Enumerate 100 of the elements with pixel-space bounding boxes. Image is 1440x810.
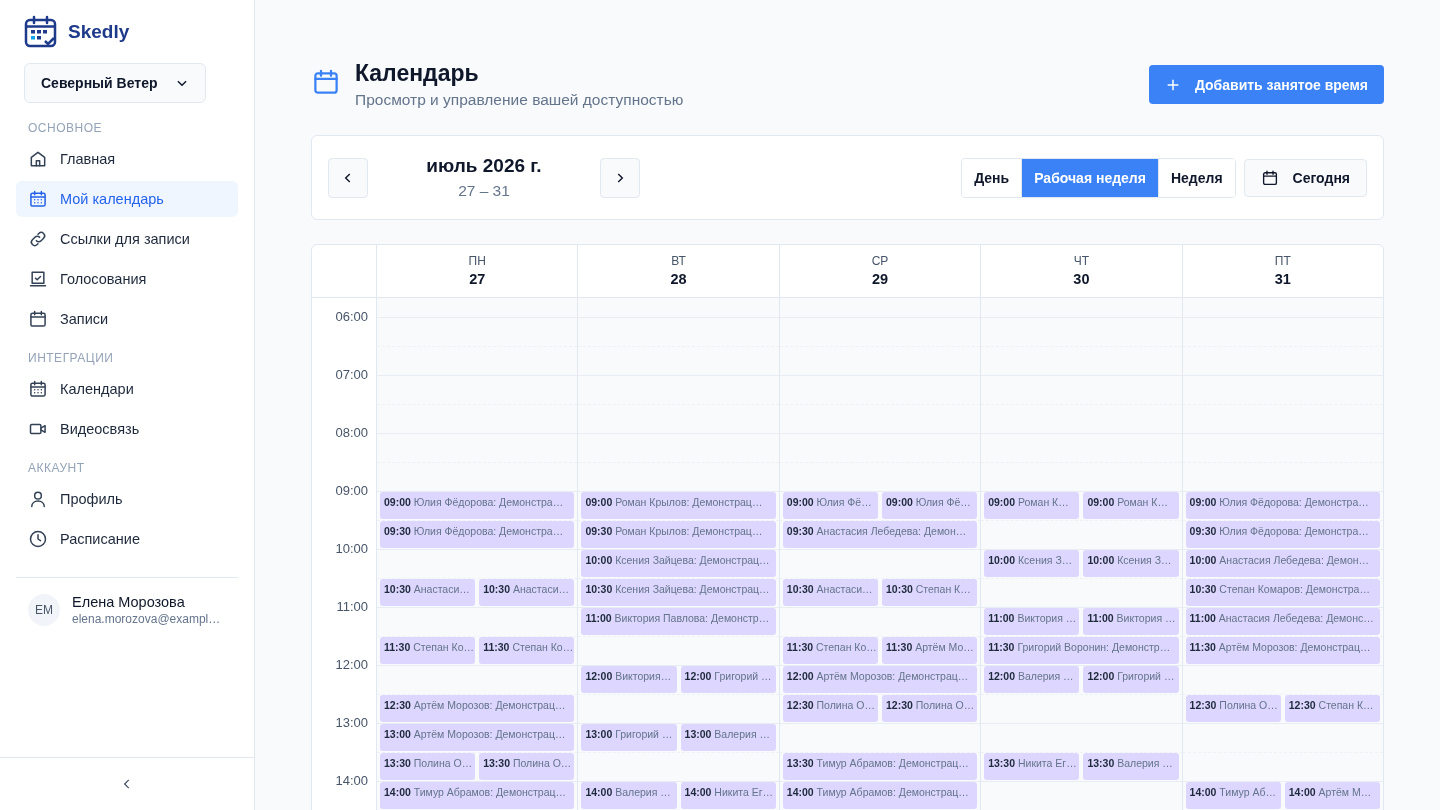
- page-subtitle: Просмотр и управление вашей доступностью: [355, 91, 684, 109]
- nav-item[interactable]: Календари: [16, 371, 238, 407]
- next-button[interactable]: [600, 157, 640, 198]
- calendar-event[interactable]: 12:30 Степан К…: [1284, 695, 1380, 722]
- link-icon: [28, 229, 48, 249]
- nav-item[interactable]: Ссылки для записи: [16, 221, 238, 257]
- calendar-event[interactable]: 14:00 Никита Ег…: [680, 782, 776, 809]
- calendar-event[interactable]: 09:30 Роман Крылов: Демонстрац…: [581, 521, 776, 548]
- calendar-event[interactable]: 11:30 Степан Ко…: [479, 637, 575, 664]
- calendar-event[interactable]: 13:30 Тимур Абрамов: Демонстрац…: [782, 753, 978, 780]
- hour-label: 10:00: [334, 541, 368, 556]
- calendar-event[interactable]: 11:30 Степан Ко…: [380, 637, 476, 664]
- calendar-event[interactable]: 10:00 Ксения З…: [984, 550, 1080, 577]
- previous-button[interactable]: [328, 157, 368, 198]
- page-title: Календарь: [355, 59, 480, 87]
- calendar-event[interactable]: 12:30 Полина О…: [782, 695, 878, 722]
- nav-item[interactable]: Расписание: [16, 521, 238, 557]
- calendar-event[interactable]: 10:00 Ксения Зайцева: Демонстрац…: [581, 550, 776, 577]
- calendar-icon: [1260, 168, 1279, 187]
- today-button[interactable]: Сегодня: [1243, 158, 1367, 197]
- section-heading: ИНТЕГРАЦИИ: [27, 350, 115, 367]
- weekday-label: ПН: [467, 254, 487, 268]
- calendar-event[interactable]: 10:30 Степан К…: [882, 579, 978, 606]
- calendar-event[interactable]: 14:00 Тимур Абрамов: Демонстрац…: [782, 782, 978, 809]
- weekday-label: ЧТ: [1072, 254, 1091, 268]
- weekday-label: СР: [870, 254, 890, 268]
- calendar-event[interactable]: 09:00 Роман К…: [1083, 492, 1179, 519]
- calendar-event[interactable]: 10:00 Ксения З…: [1083, 550, 1179, 577]
- home-icon: [28, 149, 48, 169]
- calendar-event[interactable]: 11:00 Анастасия Лебедева: Демонс…: [1185, 608, 1380, 635]
- calendar-icon: [311, 67, 341, 97]
- calendar-event[interactable]: 13:00 Артём Морозов: Демонстрац…: [380, 724, 575, 751]
- nav-item[interactable]: Голосования: [16, 261, 238, 297]
- user-email: elena.morozova@exampl…: [72, 612, 221, 626]
- date-range: 27 – 31: [457, 182, 511, 200]
- calendar-event[interactable]: 10:00 Анастасия Лебедева: Демон…: [1185, 550, 1380, 577]
- calendar-event[interactable]: 13:00 Валерия …: [680, 724, 776, 751]
- calendar-event[interactable]: 11:30 Степан Ко…: [782, 637, 878, 664]
- user-avatar: ЕМ: [28, 594, 60, 626]
- ballot-box-icon: [28, 269, 48, 289]
- nav-item[interactable]: Профиль: [16, 481, 238, 517]
- calendar-event[interactable]: 10:30 Ксения Зайцева: Демонстрац…: [581, 579, 776, 606]
- calendar-event[interactable]: 11:00 Виктория …: [984, 608, 1080, 635]
- calendar-event[interactable]: 14:00 Тимур Абрамов: Демонстрац…: [380, 782, 575, 809]
- calendar-event[interactable]: 14:00 Тимур Аб…: [1185, 782, 1281, 809]
- hour-label: 08:00: [334, 425, 368, 440]
- day-number: 29: [870, 271, 890, 287]
- calendar-event[interactable]: 11:30 Артём Морозов: Демонстрац…: [1185, 637, 1380, 664]
- section-heading: ОСНОВНОЕ: [27, 120, 103, 137]
- calendar-event[interactable]: 09:30 Юлия Фёдорова: Демонстра…: [1185, 521, 1380, 548]
- calendar-event[interactable]: 14:00 Валерия …: [581, 782, 677, 809]
- day-number: 27: [468, 271, 487, 287]
- user-name: Елена Морозова: [72, 594, 186, 610]
- calendar-event[interactable]: 09:00 Юлия Фёдорова: Демонстра…: [1185, 492, 1380, 519]
- day-number: 28: [669, 271, 688, 287]
- calendar-event[interactable]: 14:00 Артём М…: [1284, 782, 1380, 809]
- calendar-event[interactable]: 09:00 Роман Крылов: Демонстрац…: [581, 492, 776, 519]
- hour-label: 11:00: [335, 599, 368, 614]
- calendar-event[interactable]: 11:30 Григорий Воронин: Демонстр…: [984, 637, 1179, 664]
- calendar-event[interactable]: 13:30 Валерия …: [1083, 753, 1179, 780]
- weekday-label: ПТ: [1273, 254, 1292, 268]
- section-heading: АККАУНТ: [27, 460, 86, 477]
- calendar-event[interactable]: 11:00 Виктория …: [1083, 608, 1179, 635]
- calendar-icon: [28, 189, 48, 209]
- calendar-event[interactable]: 13:30 Полина О…: [380, 753, 476, 780]
- calendar-event[interactable]: 11:30 Артём Мо…: [882, 637, 978, 664]
- nav-item[interactable]: Записи: [16, 301, 238, 337]
- view-tab[interactable]: Неделя: [1157, 158, 1235, 197]
- add-busy-time-button[interactable]: Добавить занятое время: [1148, 65, 1384, 104]
- calendar-event[interactable]: 10:30 Анастаси…: [380, 579, 476, 606]
- calendar-event[interactable]: 10:30 Анастаси…: [782, 579, 878, 606]
- calendar-event[interactable]: 09:30 Юлия Фёдорова: Демонстра…: [380, 521, 575, 548]
- month-label: июль 2026 г.: [425, 155, 543, 177]
- calendar-event[interactable]: 09:30 Анастасия Лебедева: Демон…: [782, 521, 978, 548]
- nav-item[interactable]: Мой календарь: [16, 181, 238, 217]
- calendar-event[interactable]: 10:30 Степан Комаров: Демонстра…: [1185, 579, 1380, 606]
- calendar-event[interactable]: 13:00 Григорий …: [581, 724, 677, 751]
- calendar-event[interactable]: 13:30 Полина О…: [479, 753, 575, 780]
- calendar-event[interactable]: 12:00 Григорий …: [680, 666, 776, 693]
- calendar-event[interactable]: 13:30 Никита Ег…: [984, 753, 1080, 780]
- nav-item[interactable]: Главная: [16, 141, 238, 177]
- calendar-event[interactable]: 10:30 Анастаси…: [479, 579, 575, 606]
- calendar-icon: [28, 309, 48, 329]
- nav-item[interactable]: Видеосвязь: [16, 411, 238, 447]
- calendar-event[interactable]: 12:30 Артём Морозов: Демонстрац…: [380, 695, 575, 722]
- calendar-event[interactable]: 11:00 Виктория Павлова: Демонстр…: [581, 608, 776, 635]
- calendar-event[interactable]: 09:00 Роман К…: [984, 492, 1080, 519]
- calendar-event[interactable]: 09:00 Юлия Фё…: [882, 492, 978, 519]
- clock-icon: [28, 529, 48, 549]
- calendar-event[interactable]: 12:30 Полина О…: [1185, 695, 1281, 722]
- calendar-event[interactable]: 12:00 Виктория…: [581, 666, 677, 693]
- view-tab[interactable]: Рабочая неделя: [1021, 158, 1158, 197]
- calendar-event[interactable]: 12:30 Полина О…: [882, 695, 978, 722]
- calendar-event[interactable]: 09:00 Юлия Фёдорова: Демонстра…: [380, 492, 575, 519]
- hour-label: 14:00: [334, 773, 368, 788]
- calendar-event[interactable]: 09:00 Юлия Фё…: [782, 492, 878, 519]
- workspace-dropdown[interactable]: Северный Ветер: [24, 63, 206, 103]
- calendar-event[interactable]: 12:00 Григорий …: [1083, 666, 1179, 693]
- calendar-event[interactable]: 12:00 Артём Морозов: Демонстрац…: [782, 666, 978, 693]
- calendar-event[interactable]: 12:00 Валерия …: [984, 666, 1080, 693]
